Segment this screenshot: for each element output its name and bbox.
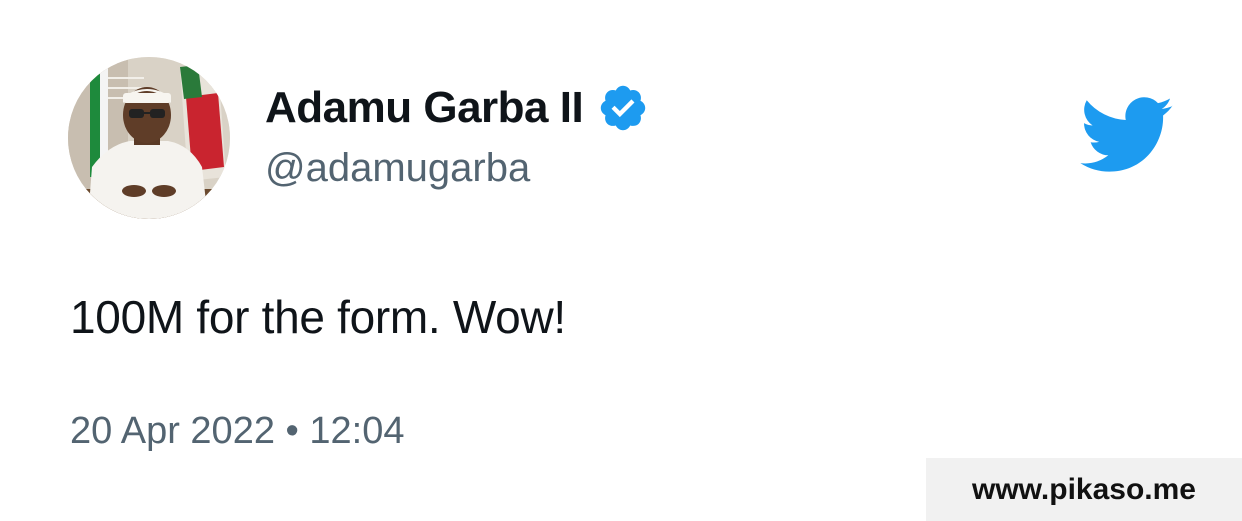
display-name[interactable]: Adamu Garba II (265, 83, 584, 133)
watermark-text: www.pikaso.me (972, 472, 1196, 506)
twitter-bird-icon[interactable] (1080, 96, 1174, 176)
avatar[interactable] (68, 57, 230, 219)
tweet-timestamp[interactable]: 20 Apr 2022 • 12:04 (70, 410, 404, 453)
author-name-row: Adamu Garba II (265, 80, 649, 136)
verified-badge-icon (597, 82, 649, 134)
avatar-photo (68, 57, 230, 219)
watermark: www.pikaso.me (926, 458, 1242, 521)
tweet-text: 100M for the form. Wow! (70, 291, 566, 343)
tweet-card: Adamu Garba II @adamugarba 100M for the … (0, 0, 1242, 521)
user-handle[interactable]: @adamugarba (265, 146, 530, 191)
